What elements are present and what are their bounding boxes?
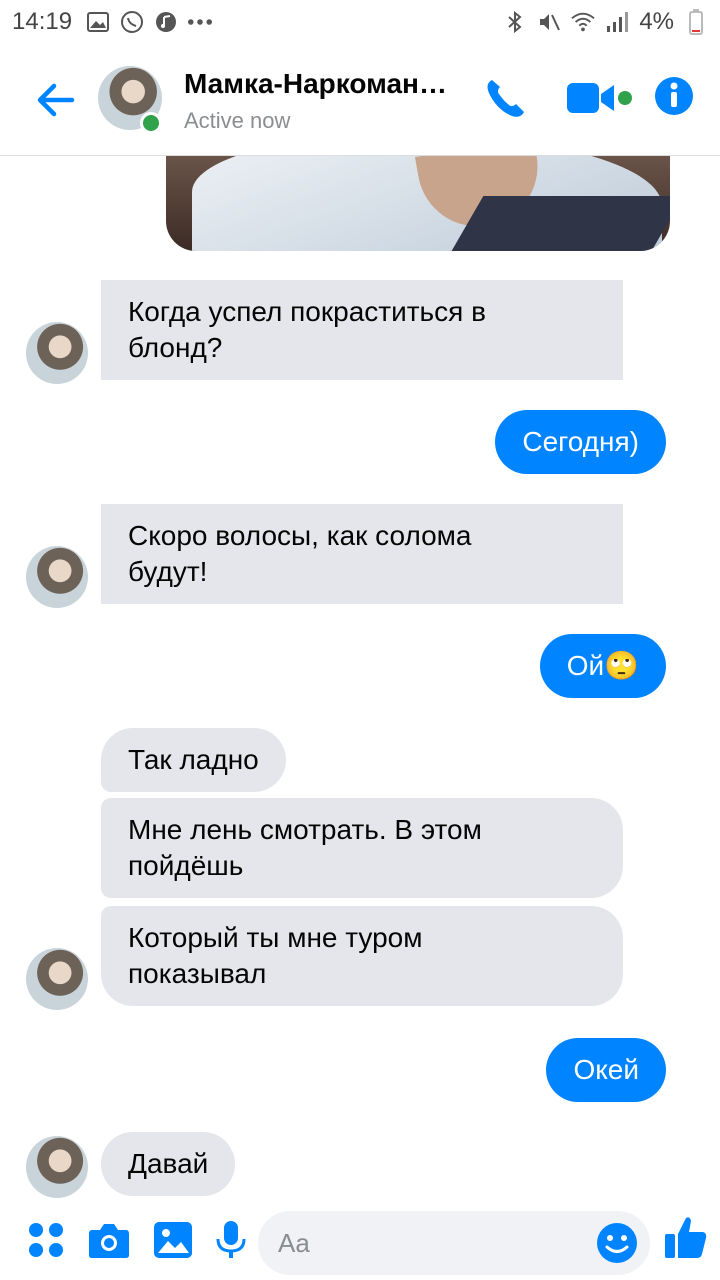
message-line: Так ладно — [128, 744, 259, 775]
mute-icon — [537, 10, 561, 34]
microphone-icon[interactable] — [214, 1220, 254, 1260]
bluetooth-icon — [503, 10, 527, 34]
message-line: будут! — [128, 556, 208, 587]
message-line: пойдёшь — [128, 850, 244, 881]
message-input[interactable]: Aa — [258, 1211, 650, 1275]
music-icon — [154, 10, 178, 34]
more-dots-icon — [188, 10, 213, 34]
online-indicator — [140, 112, 162, 134]
outgoing-message-bubble[interactable]: Ой🙄 — [539, 634, 666, 698]
like-icon[interactable] — [664, 1214, 708, 1260]
message-input-placeholder: Aa — [278, 1228, 310, 1258]
gallery-icon[interactable] — [153, 1220, 193, 1260]
emoji-icon[interactable] — [596, 1222, 638, 1264]
message-line: Скоро волосы, как солома — [128, 520, 472, 551]
avatar[interactable] — [26, 546, 88, 608]
incoming-message-bubble[interactable]: Скоро волосы, как солома будут! — [101, 504, 623, 604]
chat-header: Мамка-Наркоман… Active now — [0, 44, 720, 156]
video-call-icon[interactable] — [566, 80, 616, 116]
message-composer: Aa — [0, 1200, 720, 1280]
camera-icon[interactable] — [88, 1220, 129, 1260]
video-online-dot — [618, 91, 632, 105]
image-icon — [86, 10, 110, 34]
incoming-message-bubble[interactable]: Когда успел покраститься в блонд? — [101, 280, 623, 380]
status-right-icons: 4% — [503, 8, 708, 36]
phone-call-icon[interactable] — [484, 76, 528, 120]
avatar[interactable] — [26, 1136, 88, 1198]
incoming-message-bubble[interactable]: Так ладно — [101, 728, 286, 792]
status-bar: 14:19 4% — [0, 0, 720, 44]
message-line: Мне лень смотрать. В этом — [128, 814, 482, 845]
message-line: Ой🙄 — [566, 650, 639, 681]
battery-icon — [684, 9, 708, 35]
info-icon[interactable] — [654, 76, 694, 116]
message-line: показывал — [128, 958, 267, 989]
avatar[interactable] — [26, 948, 88, 1010]
contact-status: Active now — [184, 108, 291, 133]
message-line: блонд? — [128, 332, 223, 363]
message-line: Сегодня) — [522, 426, 639, 457]
incoming-message-bubble[interactable]: Мне лень смотрать. В этом пойдёшь — [101, 798, 623, 898]
apps-icon[interactable] — [26, 1220, 66, 1260]
outgoing-message-bubble[interactable]: Окей — [546, 1038, 666, 1102]
incoming-message-bubble[interactable]: Который ты мне туром показывал — [101, 906, 623, 1006]
message-line: Который ты мне туром — [128, 922, 423, 953]
incoming-message-bubble[interactable]: Давай — [101, 1132, 236, 1196]
avatar[interactable] — [26, 322, 88, 384]
signal-icon — [605, 10, 629, 34]
battery-percent: 4% — [639, 8, 674, 35]
wifi-icon — [571, 10, 595, 34]
message-line: Давай — [128, 1148, 209, 1179]
contact-name[interactable]: Мамка-Наркоман… — [184, 68, 474, 100]
status-time: 14:19 — [12, 8, 73, 35]
outgoing-message-bubble[interactable]: Сегодня) — [495, 410, 666, 474]
back-arrow-icon[interactable] — [34, 78, 78, 122]
message-line: Когда успел покраститься в — [128, 296, 486, 327]
status-left-icons — [86, 10, 213, 34]
message-line: Окей — [573, 1054, 639, 1085]
whatsapp-icon — [120, 10, 144, 34]
message-list[interactable]: Когда успел покраститься в блонд? Сегодн… — [0, 156, 720, 1200]
